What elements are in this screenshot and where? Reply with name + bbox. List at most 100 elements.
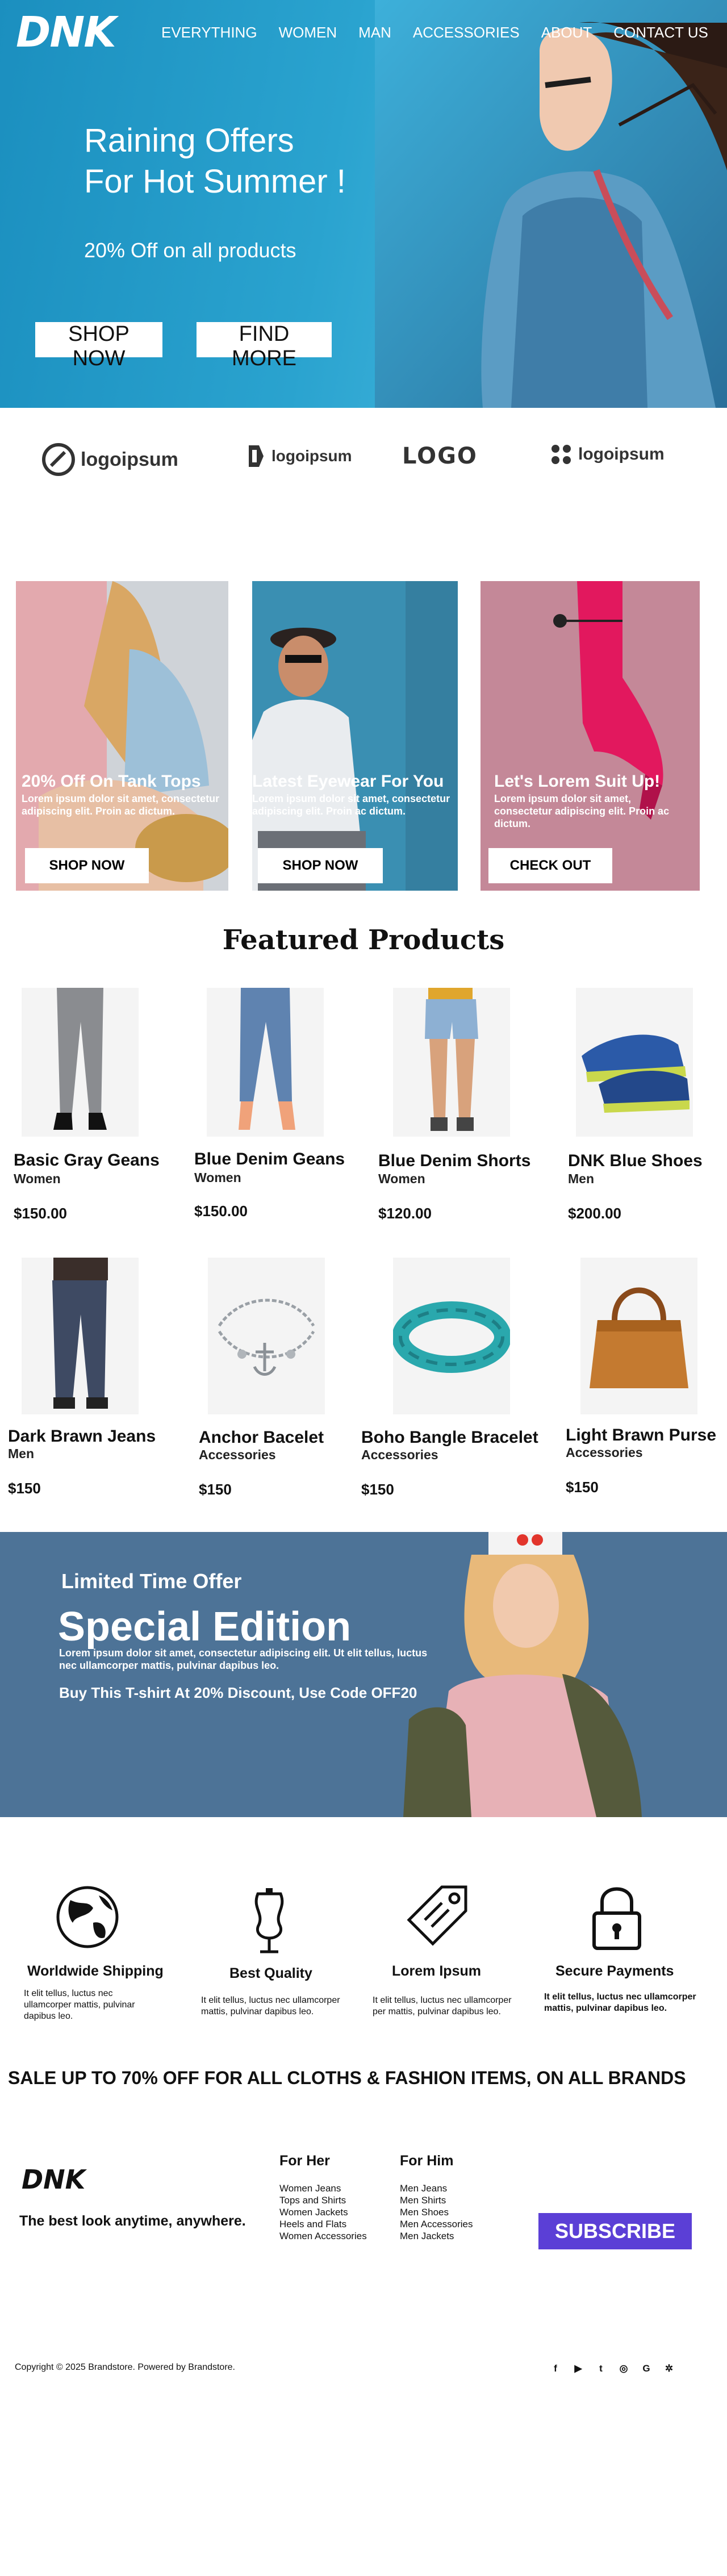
product-price: $120.00 <box>378 1205 432 1222</box>
feature-title: Worldwide Shipping <box>27 1963 164 1979</box>
partner-logo: LOGO <box>402 443 478 469</box>
hero-shop-now-button[interactable]: SHOP NOW <box>35 322 162 370</box>
brown-purse-photo <box>580 1258 697 1414</box>
product-price: $150 <box>361 1481 394 1498</box>
product-category: Women <box>14 1171 61 1186</box>
product-name[interactable]: Dark Brawn Jeans <box>8 1427 156 1446</box>
footer-link[interactable]: Men Jeans <box>400 2182 473 2194</box>
promo-check-out-button[interactable]: CHECK OUT <box>488 848 612 883</box>
denim-shorts-photo <box>393 988 510 1137</box>
partner-logo: logoipsum <box>246 443 352 469</box>
footer-link[interactable]: Tops and Shirts <box>279 2194 367 2206</box>
special-edition-text: Lorem ipsum dolor sit amet, consectetur … <box>59 1647 428 1671</box>
social-links: f ▶ t ◎ G ✲ <box>550 2363 675 2374</box>
price-tag-icon <box>407 1885 467 1946</box>
promo-text: Lorem ipsum dolor sit amet, consectetur … <box>494 793 670 829</box>
nav-contact[interactable]: CONTACT US <box>613 24 708 41</box>
main-nav: EVERYTHING WOMEN MAN ACCESSORIES ABOUT C… <box>161 24 708 41</box>
product-image-anchor-bracelet[interactable] <box>208 1258 325 1414</box>
footer-link[interactable]: Women Jackets <box>279 2206 367 2218</box>
product-name[interactable]: Boho Bangle Bracelet <box>361 1428 538 1447</box>
product-price: $150 <box>199 1481 232 1498</box>
product-name[interactable]: Anchor Bacelet <box>199 1428 324 1447</box>
promo-shop-now-button[interactable]: SHOP NOW <box>258 848 383 883</box>
mannequin-icon <box>254 1888 284 1953</box>
nav-accessories[interactable]: ACCESSORIES <box>413 24 520 41</box>
google-icon[interactable]: G <box>641 2363 652 2374</box>
hero-find-more-button[interactable]: FIND MORE <box>197 322 332 370</box>
product-name[interactable]: Blue Denim Geans <box>194 1150 345 1169</box>
product-image-blue-jeans[interactable] <box>207 988 324 1137</box>
product-name[interactable]: Light Brawn Purse <box>566 1426 716 1445</box>
product-category: Men <box>8 1446 34 1461</box>
product-name[interactable]: Basic Gray Geans <box>14 1151 160 1170</box>
subscribe-button[interactable]: SUBSCRIBE <box>538 2213 692 2249</box>
special-edition-title: Special Edition <box>58 1604 352 1650</box>
site-logo[interactable]: DNK <box>16 8 116 57</box>
feature-text: It elit tellus, luctus nec ullamcorper m… <box>24 1989 135 2021</box>
product-image-bangle-bracelet[interactable] <box>393 1258 510 1414</box>
footer-for-her-list: Women Jeans Tops and Shirts Women Jacket… <box>279 2182 367 2242</box>
promo-tank-top-photo <box>16 581 228 891</box>
hero-title-line2: For Hot Summer ! <box>84 163 346 200</box>
partner-logo: logoipsum <box>42 443 178 476</box>
product-image-brown-purse[interactable] <box>580 1258 697 1414</box>
bangle-bracelet-photo <box>393 1258 510 1414</box>
product-name[interactable]: DNK Blue Shoes <box>568 1151 703 1171</box>
instagram-icon[interactable]: ◎ <box>618 2363 629 2374</box>
logoipsum-mark-icon <box>42 443 75 476</box>
padlock-icon <box>592 1887 641 1950</box>
product-category: Women <box>194 1170 241 1185</box>
promo-text: Lorem ipsum dolor sit amet, consectetur … <box>252 793 450 817</box>
footer-link[interactable]: Men Accessories <box>400 2218 473 2230</box>
product-name[interactable]: Blue Denim Shorts <box>378 1151 530 1171</box>
youtube-icon[interactable]: ▶ <box>573 2363 584 2374</box>
promo-shop-now-button[interactable]: SHOP NOW <box>25 848 149 883</box>
nav-everything[interactable]: EVERYTHING <box>161 24 257 41</box>
promo-card-tank-tops[interactable]: 20% Off On Tank Tops Lorem ipsum dolor s… <box>16 581 228 891</box>
promo-eyewear-photo <box>252 581 458 891</box>
partner-logo-text: logoipsum <box>271 447 352 465</box>
product-price: $150.00 <box>194 1203 248 1220</box>
footer-link[interactable]: Men Shoes <box>400 2206 473 2218</box>
anchor-bracelet-photo <box>208 1258 325 1414</box>
product-price: $150 <box>8 1480 41 1497</box>
footer-link[interactable]: Women Accessories <box>279 2230 367 2242</box>
hero-title: Raining Offers For Hot Summer ! <box>84 120 346 202</box>
product-category: Accessories <box>566 1445 643 1460</box>
footer-link[interactable]: Men Jackets <box>400 2230 473 2242</box>
nav-about[interactable]: ABOUT <box>541 24 592 41</box>
promo-boot-photo <box>481 581 700 891</box>
product-image-gray-jeans[interactable] <box>22 988 139 1137</box>
product-image-blue-shoes[interactable] <box>576 988 693 1137</box>
limited-time-label: Limited Time Offer <box>61 1569 242 1593</box>
footer-logo[interactable]: DNK <box>22 2164 85 2195</box>
promo-text: Lorem ipsum dolor sit amet, consectetur … <box>22 793 220 817</box>
footer-link[interactable]: Heels and Flats <box>279 2218 367 2230</box>
special-edition-banner: Limited Time Offer Special Edition Lorem… <box>0 1532 727 1817</box>
footer-link[interactable]: Women Jeans <box>279 2182 367 2194</box>
promo-card-eyewear[interactable]: Latest Eyewear For You Lorem ipsum dolor… <box>252 581 458 891</box>
hero-subtitle: 20% Off on all products <box>84 239 296 262</box>
partner-logo-text: logoipsum <box>578 445 665 464</box>
feature-title: Best Quality <box>229 1965 312 1981</box>
footer-tagline: The best look anytime, anywhere. <box>19 2213 246 2229</box>
promo-card-suit-up[interactable]: Let's Lorem Suit Up! Lorem ipsum dolor s… <box>481 581 700 891</box>
nav-women[interactable]: WOMEN <box>279 24 337 41</box>
product-category: Women <box>378 1171 425 1186</box>
special-edition-model-photo <box>392 1532 676 1817</box>
product-image-dark-jeans[interactable] <box>22 1258 139 1414</box>
footer-link[interactable]: Men Shirts <box>400 2194 473 2206</box>
nav-man[interactable]: MAN <box>358 24 391 41</box>
hero-model-photo <box>375 0 727 408</box>
promo-title: Let's Lorem Suit Up! <box>494 772 661 791</box>
facebook-icon[interactable]: f <box>550 2363 561 2374</box>
yelp-icon[interactable]: ✲ <box>663 2363 675 2374</box>
blue-shoes-photo <box>576 988 693 1137</box>
twitter-icon[interactable]: t <box>595 2363 607 2374</box>
sale-banner-text: SALE UP TO 70% OFF FOR ALL CLOTHS & FASH… <box>8 2068 686 2088</box>
partner-logo-text: logoipsum <box>81 448 178 470</box>
product-image-denim-shorts[interactable] <box>393 988 510 1137</box>
featured-products-heading: Featured Products <box>222 924 505 956</box>
copyright-text: Copyright © 2025 Brandstore. Powered by … <box>15 2362 235 2372</box>
